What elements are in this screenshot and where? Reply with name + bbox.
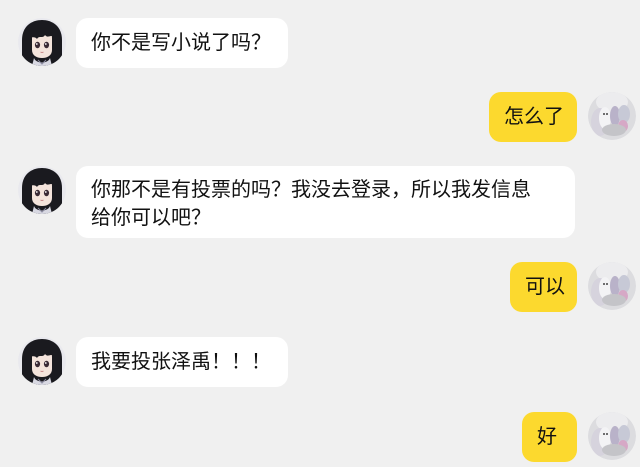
self-avatar[interactable] <box>588 412 636 460</box>
message-text: 你不是写小说了吗？ <box>91 30 271 54</box>
message-text-line: 你那不是有投票的吗？我没去登录，所以我发信息 <box>91 177 531 201</box>
message-text: 可以 <box>525 274 565 298</box>
outgoing-message-bubble[interactable]: 可以 <box>510 262 577 312</box>
message-text-line: 给你可以吧？ <box>91 205 211 229</box>
incoming-message-bubble[interactable]: 你那不是有投票的吗？我没去登录，所以我发信息 给你可以吧？ <box>76 166 575 238</box>
message-text: 好 <box>537 424 557 448</box>
self-avatar[interactable] <box>588 92 636 140</box>
outgoing-message-bubble[interactable]: 好 <box>522 412 577 462</box>
self-avatar[interactable] <box>588 262 636 310</box>
plush-toy-avatar-icon <box>588 412 636 460</box>
chat-conversation: 你不是写小说了吗？ 怎么了 你那不是有投票的吗？我没去登录，所以我发信息 给你可… <box>0 0 640 467</box>
anime-girl-avatar-icon <box>18 166 66 214</box>
contact-avatar[interactable] <box>18 337 66 385</box>
message-text: 我要投张泽禹！！！ <box>91 349 271 373</box>
contact-avatar[interactable] <box>18 18 66 66</box>
contact-avatar[interactable] <box>18 166 66 214</box>
message-text: 怎么了 <box>504 104 564 128</box>
plush-toy-avatar-icon <box>588 262 636 310</box>
plush-toy-avatar-icon <box>588 92 636 140</box>
incoming-message-bubble[interactable]: 我要投张泽禹！！！ <box>76 337 288 387</box>
outgoing-message-bubble[interactable]: 怎么了 <box>489 92 577 142</box>
anime-girl-avatar-icon <box>18 18 66 66</box>
anime-girl-avatar-icon <box>18 337 66 385</box>
incoming-message-bubble[interactable]: 你不是写小说了吗？ <box>76 18 288 68</box>
